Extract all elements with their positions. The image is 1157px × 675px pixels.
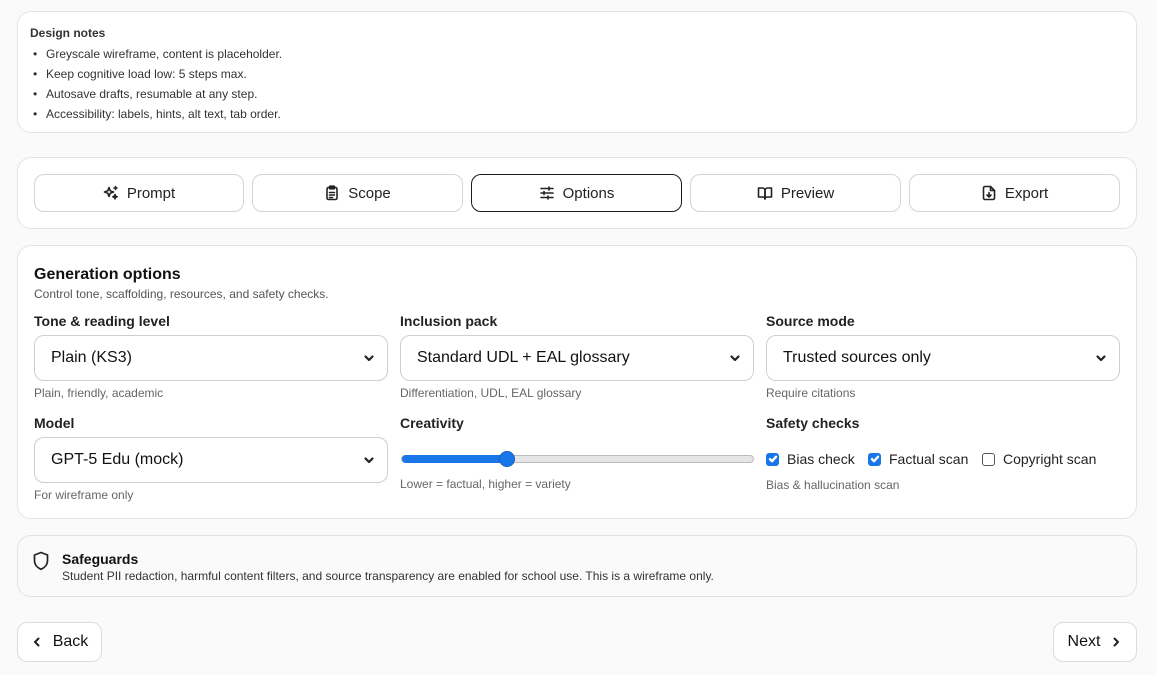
source-label: Source mode [766, 313, 855, 329]
generation-options-card: Generation options Control tone, scaffol… [17, 245, 1137, 519]
checkbox-box[interactable] [766, 452, 779, 466]
safeguards-card: Safeguards Student PII redaction, harmfu… [17, 535, 1137, 597]
tab-preview[interactable]: Preview [690, 174, 901, 212]
inclusion-hint: Differentiation, UDL, EAL glossary [400, 386, 582, 400]
bias-check-checkbox[interactable]: Bias check [766, 451, 855, 467]
list-item: Autosave drafts, resumable at any step. [30, 84, 1124, 104]
next-button[interactable]: Next [1053, 622, 1137, 662]
tab-export[interactable]: Export [909, 174, 1120, 212]
select-value: Trusted sources only [783, 349, 931, 366]
tab-options[interactable]: Options [471, 174, 682, 212]
model-hint: For wireframe only [34, 488, 134, 502]
safeguards-text: Student PII redaction, harmful content f… [62, 569, 714, 583]
copyright-scan-checkbox[interactable]: Copyright scan [982, 451, 1096, 467]
design-notes-card: Design notes Greyscale wireframe, conten… [17, 11, 1137, 133]
clipboard-icon [326, 185, 339, 201]
back-label: Back [52, 633, 89, 650]
safety-hint: Bias & hallucination scan [766, 478, 900, 492]
creativity-label: Creativity [400, 415, 464, 431]
checkbox-label: Copyright scan [1003, 451, 1097, 467]
chevron-right-icon [1113, 637, 1120, 647]
sparkles-icon [103, 185, 118, 200]
safeguards-title: Safeguards [62, 551, 139, 567]
tone-hint: Plain, friendly, academic [34, 386, 164, 400]
check-icon [768, 455, 777, 463]
creativity-hint: Lower = factual, higher = variety [400, 477, 571, 491]
next-label: Next [1067, 633, 1101, 650]
step-tabs: Prompt Scope Options Preview Export [17, 157, 1137, 229]
book-open-icon [757, 187, 773, 200]
chevron-down-icon [1096, 355, 1106, 362]
inclusion-select[interactable]: Standard UDL + EAL glossary [400, 335, 754, 381]
tab-label: Export [1004, 184, 1049, 202]
shield-icon [33, 551, 49, 571]
list-item: Keep cognitive load low: 5 steps max. [30, 64, 1124, 84]
chevron-down-icon [364, 457, 374, 464]
source-hint: Require citations [766, 386, 856, 400]
chevron-left-icon [33, 637, 40, 647]
chevron-down-icon [730, 355, 740, 362]
tone-select[interactable]: Plain (KS3) [34, 335, 388, 381]
tone-label: Tone & reading level [34, 313, 170, 329]
file-download-icon [982, 185, 996, 201]
tab-scope[interactable]: Scope [252, 174, 463, 212]
tab-label: Prompt [126, 184, 176, 202]
sliders-icon [539, 186, 554, 200]
slider-fill [402, 455, 508, 463]
tab-label: Options [562, 184, 615, 202]
chevron-down-icon [364, 355, 374, 362]
safety-label: Safety checks [766, 415, 860, 431]
list-item: Greyscale wireframe, content is placehol… [30, 44, 1124, 64]
select-value: Standard UDL + EAL glossary [417, 349, 630, 366]
slider-thumb[interactable] [499, 451, 516, 467]
checkbox-label: Bias check [787, 451, 855, 467]
checkbox-label: Factual scan [889, 451, 969, 467]
section-title: Generation options [34, 266, 181, 283]
tab-label: Scope [348, 184, 391, 202]
model-label: Model [34, 415, 75, 431]
checkbox-box[interactable] [868, 452, 881, 466]
select-value: GPT-5 Edu (mock) [51, 451, 184, 468]
check-icon [870, 455, 879, 463]
design-notes-list: Greyscale wireframe, content is placehol… [30, 44, 1124, 124]
factual-scan-checkbox[interactable]: Factual scan [868, 451, 968, 467]
creativity-slider[interactable] [401, 451, 754, 467]
checkbox-box[interactable] [982, 452, 995, 466]
tab-prompt[interactable]: Prompt [34, 174, 244, 212]
tab-label: Preview [780, 184, 835, 202]
model-select[interactable]: GPT-5 Edu (mock) [34, 437, 388, 483]
back-button[interactable]: Back [17, 622, 102, 662]
inclusion-label: Inclusion pack [400, 313, 498, 329]
design-notes-title: Design notes [30, 26, 106, 40]
list-item: Accessibility: labels, hints, alt text, … [30, 104, 1124, 124]
select-value: Plain (KS3) [51, 349, 132, 366]
section-subtitle: Control tone, scaffolding, resources, an… [34, 287, 329, 301]
source-select[interactable]: Trusted sources only [766, 335, 1120, 381]
